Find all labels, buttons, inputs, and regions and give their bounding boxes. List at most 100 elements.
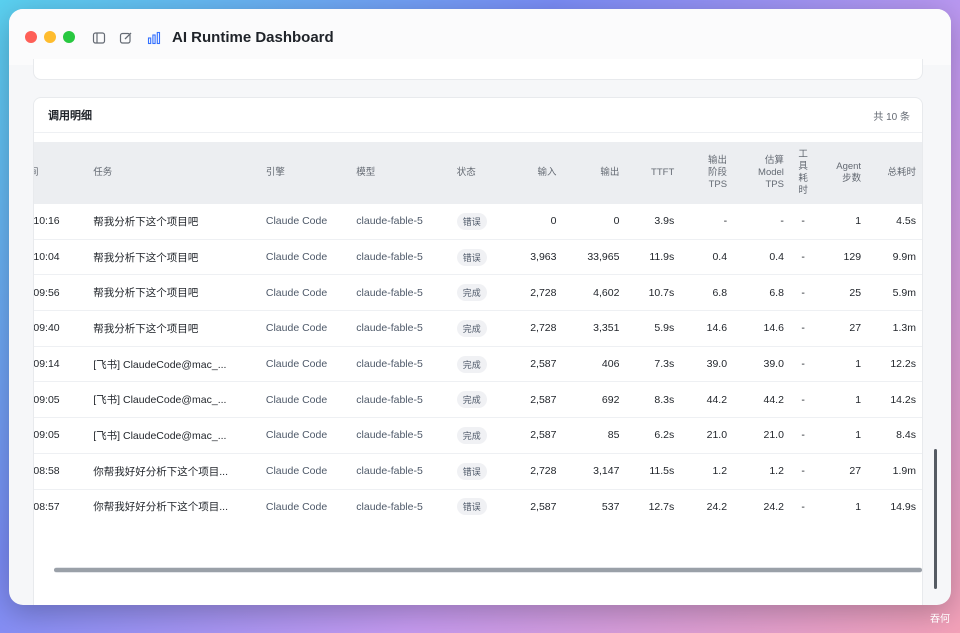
header-line: 工 <box>798 149 808 160</box>
cell-input: 2,587 <box>501 489 563 522</box>
cell-model: claude-fable-5 <box>350 310 451 347</box>
cell-task: 帮我分析下这个项目吧 <box>87 239 260 276</box>
cell-time: 6/10 09:14 <box>34 346 88 383</box>
cell-model: claude-fable-5 <box>350 274 451 312</box>
col-header-output-tps[interactable]: 输出 阶段 TPS <box>680 142 734 204</box>
col-header-task[interactable]: 任务 <box>87 142 260 204</box>
table-row[interactable]: 6/10 09:05[飞书] ClaudeCode@mac_...Claude … <box>34 381 922 419</box>
horizontal-scrollbar-thumb[interactable] <box>54 568 922 572</box>
vertical-scrollbar-thumb[interactable] <box>934 449 937 589</box>
status-badge: 错误 <box>456 212 487 230</box>
cell-engine: Claude Code <box>259 239 351 276</box>
cell-time: 6/10 09:56 <box>34 274 88 312</box>
col-header-tool-time[interactable]: 工 具 耗 时 <box>789 142 817 204</box>
cell-ttft: 10.7s <box>625 274 681 312</box>
cell-steps: 27 <box>816 453 868 490</box>
col-header-start-time[interactable]: 始时间 <box>34 142 88 204</box>
header-line: Agent <box>836 161 862 172</box>
cell-output: 3,147 <box>562 453 626 490</box>
table-row[interactable]: 6/10 10:16帮我分析下这个项目吧Claude Codeclaude-fa… <box>34 204 922 240</box>
cell-model-tps: 24.2 <box>733 489 790 522</box>
cell-time: 6/10 10:04 <box>34 239 88 276</box>
cell-model: claude-fable-5 <box>350 489 451 522</box>
cell-output: 85 <box>562 417 626 454</box>
cell-tool: - <box>789 489 817 522</box>
col-header-engine[interactable]: 引擎 <box>259 142 351 204</box>
col-header-model-tps[interactable]: 估算 Model TPS <box>733 142 790 204</box>
cell-status: 完成 <box>450 310 502 347</box>
col-header-output[interactable]: 输出 <box>562 142 626 204</box>
cell-tool: - <box>789 204 817 240</box>
cell-ttft: 3.9s <box>625 204 681 240</box>
cell-input: 2,587 <box>501 417 563 454</box>
cell-output: 4,602 <box>562 274 626 312</box>
cell-steps: 1 <box>816 381 868 419</box>
col-header-total-time[interactable]: 总耗时 <box>867 142 922 204</box>
cell-engine: Claude Code <box>259 274 351 312</box>
cell-model: claude-fable-5 <box>350 417 451 454</box>
col-header-model[interactable]: 模型 <box>350 142 451 204</box>
header-line: 估算 <box>764 155 784 166</box>
cell-output: 3,351 <box>562 310 626 347</box>
col-header-agent-steps[interactable]: Agent 步数 <box>816 142 868 204</box>
status-badge: 完成 <box>456 426 487 444</box>
cell-time: 6/10 09:40 <box>34 310 88 347</box>
sidebar-toggle-icon[interactable] <box>92 31 106 45</box>
edit-icon[interactable] <box>119 31 133 45</box>
table-row[interactable]: 6/10 09:40帮我分析下这个项目吧Claude Codeclaude-fa… <box>34 310 922 347</box>
cell-out-tps: 0.4 <box>680 239 734 276</box>
cell-out-tps: 21.0 <box>680 417 734 454</box>
card-header: 调用明细 共 10 条 <box>34 98 922 133</box>
status-badge: 错误 <box>456 498 487 516</box>
cell-out-tps: 6.8 <box>680 274 734 312</box>
zoom-window-button[interactable] <box>63 31 75 43</box>
cell-steps: 25 <box>816 274 868 312</box>
cell-status: 错误 <box>450 204 502 240</box>
close-window-button[interactable] <box>25 31 37 43</box>
cell-time: 6/10 08:57 <box>34 489 88 522</box>
cell-model: claude-fable-5 <box>350 453 451 490</box>
cell-out-tps: 14.6 <box>680 310 734 347</box>
header-line: 输出 <box>708 155 728 166</box>
table-row[interactable]: 6/10 10:04帮我分析下这个项目吧Claude Codeclaude-fa… <box>34 239 922 276</box>
header-line: 具 <box>798 161 808 172</box>
table-row[interactable]: 6/10 09:05[飞书] ClaudeCode@mac_...Claude … <box>34 417 922 454</box>
cell-input: 2,728 <box>501 453 563 490</box>
table-row[interactable]: 6/10 08:58你帮我好好分析下这个项目...Claude Codeclau… <box>34 453 922 490</box>
call-details-table: 始时间 任务 引擎 模型 状态 输入 输出 TTFT 输出 阶段 TPS <box>34 142 922 522</box>
status-badge: 完成 <box>456 284 487 302</box>
cell-output: 406 <box>562 346 626 383</box>
minimize-window-button[interactable] <box>44 31 56 43</box>
cell-ttft: 7.3s <box>625 346 681 383</box>
cell-status: 完成 <box>450 274 502 312</box>
col-header-input[interactable]: 输入 <box>501 142 563 204</box>
cell-task: 你帮我好好分析下这个项目... <box>87 453 260 490</box>
table-scroll-area[interactable]: 始时间 任务 引擎 模型 状态 输入 输出 TTFT 输出 阶段 TPS <box>34 142 922 522</box>
cell-engine: Claude Code <box>259 310 351 347</box>
table-row[interactable]: 6/10 09:14[飞书] ClaudeCode@mac_...Claude … <box>34 346 922 383</box>
cell-engine: Claude Code <box>259 346 351 383</box>
cell-tool: - <box>789 239 817 276</box>
col-header-ttft[interactable]: TTFT <box>625 142 681 204</box>
header-line: 阶段 <box>708 167 728 178</box>
cell-engine: Claude Code <box>259 204 351 240</box>
cell-total: 8.4s <box>867 417 922 454</box>
header-line: TPS <box>708 179 728 190</box>
status-badge: 完成 <box>456 319 487 337</box>
cell-ttft: 11.9s <box>625 239 681 276</box>
cell-task: [飞书] ClaudeCode@mac_... <box>87 417 260 454</box>
status-badge: 完成 <box>456 355 487 373</box>
col-header-status[interactable]: 状态 <box>450 142 502 204</box>
cell-output: 537 <box>562 489 626 522</box>
cell-model-tps: 21.0 <box>733 417 790 454</box>
table-row[interactable]: 6/10 08:57你帮我好好分析下这个项目...Claude Codeclau… <box>34 489 922 522</box>
cell-task: 帮我分析下这个项目吧 <box>87 204 260 240</box>
previous-card <box>33 59 923 80</box>
cell-task: 帮我分析下这个项目吧 <box>87 274 260 312</box>
cell-task: [飞书] ClaudeCode@mac_... <box>87 381 260 419</box>
cell-steps: 1 <box>816 417 868 454</box>
cell-total: 14.9s <box>867 489 922 522</box>
cell-status: 错误 <box>450 453 502 490</box>
table-row[interactable]: 6/10 09:56帮我分析下这个项目吧Claude Codeclaude-fa… <box>34 274 922 312</box>
cell-status: 完成 <box>450 381 502 419</box>
